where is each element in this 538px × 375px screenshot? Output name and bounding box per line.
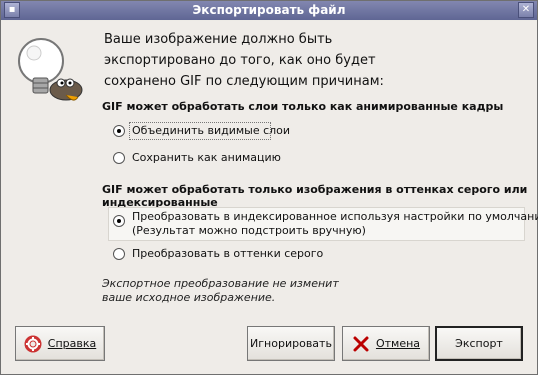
- intro-line: сохранено GIF по следующим причинам:: [104, 74, 384, 89]
- radio-label: Сохранить как анимацию: [132, 151, 281, 164]
- radio-selected[interactable]: [113, 125, 125, 137]
- export-button[interactable]: Экспорт: [435, 326, 523, 361]
- radio-dot: [117, 219, 121, 223]
- note-line: Экспортное преобразование не изменит: [102, 277, 339, 290]
- radio-unselected[interactable]: [113, 152, 125, 164]
- close-button[interactable]: ✕: [518, 2, 534, 18]
- ignore-button[interactable]: Игнорировать: [247, 326, 335, 361]
- gimp-hint-icon: [16, 33, 86, 105]
- radio-label-line1: Преобразовать в индексированное использу…: [132, 210, 538, 223]
- cancel-button[interactable]: Отмена: [342, 326, 430, 361]
- radio-dot: [117, 129, 121, 133]
- radio-label-line2: (Результат можно подстроить вручную): [132, 224, 366, 237]
- help-button-label: Справка: [47, 337, 97, 350]
- lifebuoy-icon: [24, 335, 42, 353]
- x-icon: [352, 335, 370, 353]
- cancel-button-label: Отмена: [375, 337, 421, 350]
- radio-label: Преобразовать в оттенки серого: [132, 247, 324, 260]
- focus-indicator: [129, 122, 271, 140]
- ignore-button-label: Игнорировать: [250, 337, 332, 350]
- radio-unselected[interactable]: [113, 248, 125, 260]
- radio-selected[interactable]: [113, 215, 125, 227]
- export-button-label: Экспорт: [455, 337, 503, 350]
- window-title: Экспортировать файл: [192, 3, 346, 17]
- color-section-title: GIF может обработать только изображения …: [102, 183, 528, 209]
- layers-section-title: GIF может обработать слои только как ани…: [102, 100, 504, 113]
- intro-text: Ваше изображение должно быть экспортиров…: [104, 31, 514, 94]
- note-line: ваше исходное изображение.: [102, 291, 276, 304]
- intro-line: Ваше изображение должно быть: [104, 32, 333, 47]
- intro-line: экспортировано до того, как оно будет: [104, 53, 376, 68]
- export-file-dialog: ▪ Экспортировать файл ✕ Ваше изображение…: [0, 0, 538, 375]
- title-bar[interactable]: ▪ Экспортировать файл ✕: [1, 1, 537, 20]
- close-icon: ✕: [521, 4, 531, 15]
- help-button[interactable]: Справка: [15, 326, 105, 361]
- dialog-content: Ваше изображение должно быть экспортиров…: [1, 21, 538, 374]
- export-note: Экспортное преобразование не изменит ваш…: [102, 277, 339, 305]
